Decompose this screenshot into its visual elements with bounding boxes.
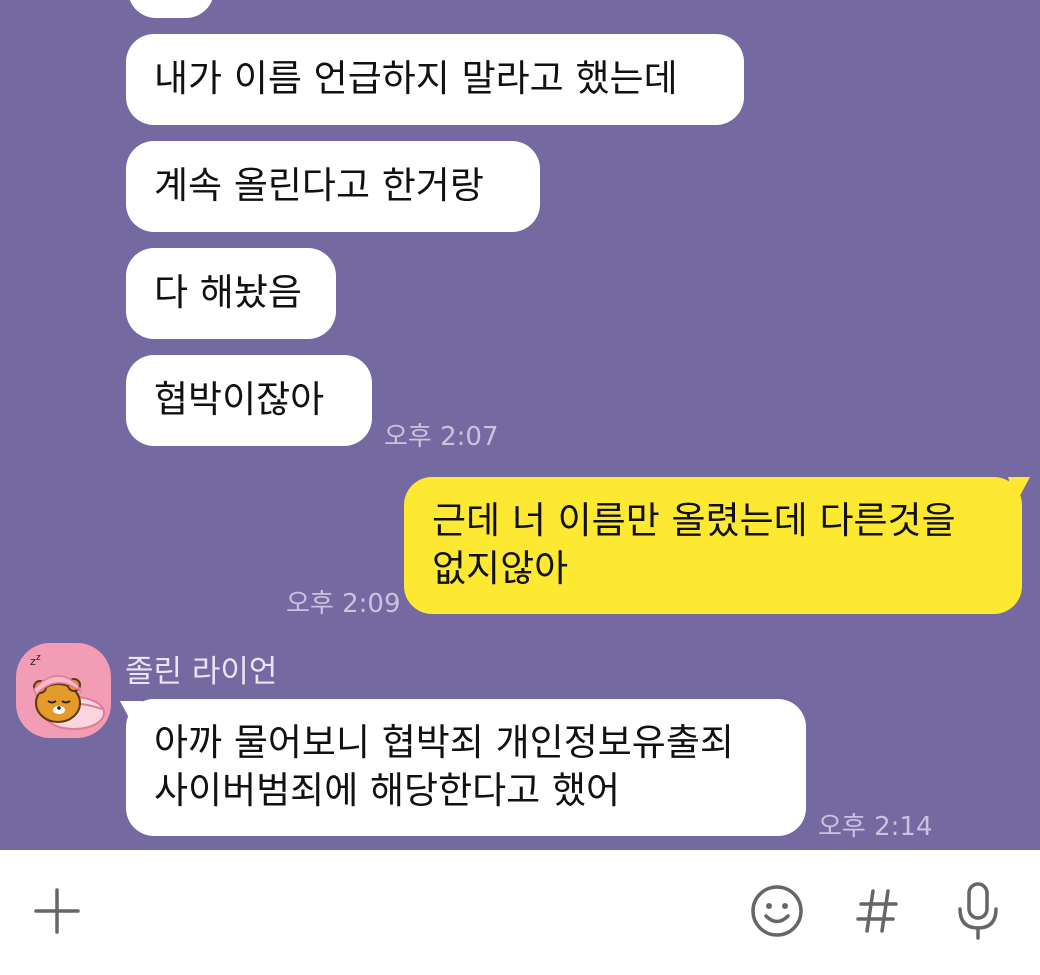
sender-avatar[interactable]: z z <box>16 643 111 738</box>
message-text: 계속 올린다고 한거랑 <box>154 164 484 207</box>
message-timestamp: 오후 2:14 <box>818 812 933 842</box>
my-bubble-tail <box>1008 477 1030 503</box>
emoji-button[interactable] <box>742 876 812 946</box>
sender-name: 졸린 라이언 <box>125 654 278 690</box>
microphone-icon <box>958 882 998 940</box>
my-message-line: 근데 너 이름만 올렸는데 다른것을 <box>432 499 956 542</box>
my-message-bubble[interactable]: 근데 너 이름만 올렸는데 다른것을 없지않아 <box>404 477 1022 614</box>
my-message-line: 없지않아 <box>432 547 569 590</box>
message-text: 다 해놨음 <box>154 271 302 314</box>
message-timestamp: 오후 2:07 <box>384 422 499 452</box>
svg-text:z: z <box>36 653 41 663</box>
plus-icon <box>34 888 80 934</box>
input-bar <box>0 850 1040 975</box>
attach-button[interactable] <box>22 876 92 946</box>
message-line: 아까 물어보니 협박죄 개인정보유출죄 <box>154 721 734 764</box>
hashtag-button[interactable] <box>842 876 912 946</box>
message-bubble[interactable]: 아까 물어보니 협박죄 개인정보유출죄 사이버범죄에 해당한다고 했어 <box>126 699 806 836</box>
message-line: 사이버범죄에 해당한다고 했어 <box>154 769 621 812</box>
ryan-character-icon: z z <box>30 653 105 730</box>
message-bubble[interactable]: 내가 이름 언급하지 말라고 했는데 <box>126 34 744 125</box>
message-bubble[interactable]: 다 해놨음 <box>126 248 336 339</box>
my-message-timestamp: 오후 2:09 <box>286 589 401 619</box>
chat-area[interactable]: 내가 이름 언급하지 말라고 했는데 계속 올린다고 한거랑 다 해놨음 협박이… <box>0 0 1040 850</box>
message-text: 협박이잖아 <box>154 378 325 421</box>
message-bubble[interactable]: 계속 올린다고 한거랑 <box>126 141 540 232</box>
message-text: 내가 이름 언급하지 말라고 했는데 <box>154 57 678 100</box>
emoji-icon <box>751 885 803 937</box>
hashtag-icon <box>856 889 898 933</box>
message-bubble-cut <box>128 0 214 18</box>
message-bubble[interactable]: 협박이잖아 <box>126 355 372 446</box>
voice-button[interactable] <box>943 876 1013 946</box>
